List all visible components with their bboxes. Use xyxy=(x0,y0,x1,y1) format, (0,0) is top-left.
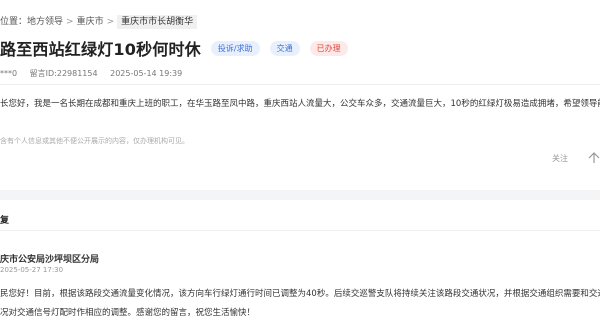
breadcrumb-separator: > xyxy=(66,17,74,27)
follow-button[interactable]: 关注 xyxy=(552,153,568,164)
type-tag: 投诉/求助 xyxy=(210,40,260,56)
share-icon[interactable] xyxy=(588,152,600,164)
message-content: 长您好，我是一名长期在成都和重庆上班的职工，在华玉路至凤中路，重庆西站人流量大，… xyxy=(0,99,600,109)
page-title: 路至西站红绿灯10秒何时休 xyxy=(0,40,201,59)
reply-heading: 复 xyxy=(0,216,10,226)
field-tag: 交通 xyxy=(269,40,300,56)
breadcrumb: 位置：地方领导 > 重庆市 > 重庆市市长胡衡华 xyxy=(0,14,198,29)
reply-department: 庆市公安局沙坪坝区分局 xyxy=(0,255,100,265)
breadcrumb-separator: > xyxy=(106,17,115,27)
message-actions: 关注 xyxy=(552,152,600,164)
breadcrumb-item-mayor[interactable]: 重庆市市长胡衡华 xyxy=(117,15,198,29)
reply-date: 2025-05-27 17:30 xyxy=(0,266,64,274)
message-card xyxy=(0,0,600,190)
breadcrumb-item-local-leaders[interactable]: 地方领导 xyxy=(27,17,63,27)
reply-line: 况对交通信号灯配时作相应的调整。感谢您的留言，祝您生活愉快！ xyxy=(0,308,256,318)
reply-line: 民您好！目前，根据该路段交通流量变化情况，该方向车行绿灯通行时间已调整为40秒。… xyxy=(0,289,600,299)
divider xyxy=(0,84,600,85)
breadcrumb-prefix: 位置： xyxy=(0,17,28,27)
breadcrumb-item-chongqing[interactable]: 重庆市 xyxy=(77,17,104,27)
user-name: ***0 xyxy=(0,69,18,78)
message-meta: ***0 留言ID:22981154 2025-05-14 19:39 xyxy=(0,68,192,79)
reply-content: 民您好！目前，根据该路段交通流量变化情况，该方向车行绿灯通行时间已调整为40秒。… xyxy=(0,285,600,323)
privacy-note: 含有个人信息或其他不便公开展示的内容，仅办理机构可见。 xyxy=(0,137,189,145)
status-badge: 已办理 xyxy=(309,40,348,56)
title-row: 路至西站红绿灯10秒何时休 投诉/求助 交通 已办理 xyxy=(0,36,348,60)
message-id: 留言ID:22981154 xyxy=(29,69,98,78)
divider xyxy=(0,230,600,231)
message-date: 2025-05-14 19:39 xyxy=(110,69,183,78)
